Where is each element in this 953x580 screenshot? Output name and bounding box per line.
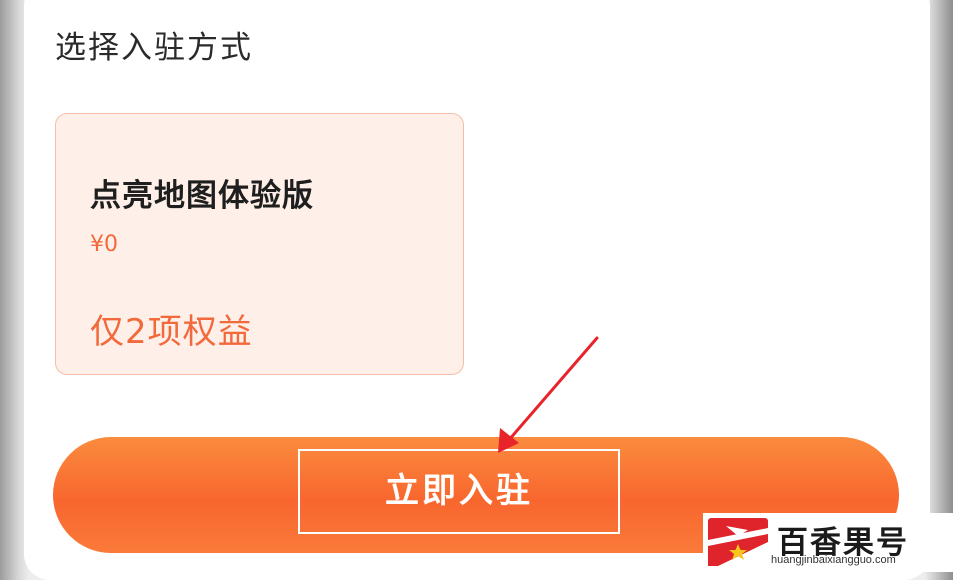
plan-name: 点亮地图体验版	[90, 178, 314, 214]
plan-benefits: 仅2项权益	[90, 312, 253, 352]
watermark-url: huangjinbaixiangguo.com	[771, 554, 896, 566]
plan-price: ¥0	[90, 232, 118, 257]
section-title: 选择入驻方式	[55, 30, 253, 66]
brand-logo-icon	[708, 518, 768, 566]
plan-option-card[interactable]: 点亮地图体验版 ¥0 仅2项权益	[55, 113, 464, 375]
watermark: 百香果号 huangjinbaixiangguo.com	[703, 513, 953, 572]
